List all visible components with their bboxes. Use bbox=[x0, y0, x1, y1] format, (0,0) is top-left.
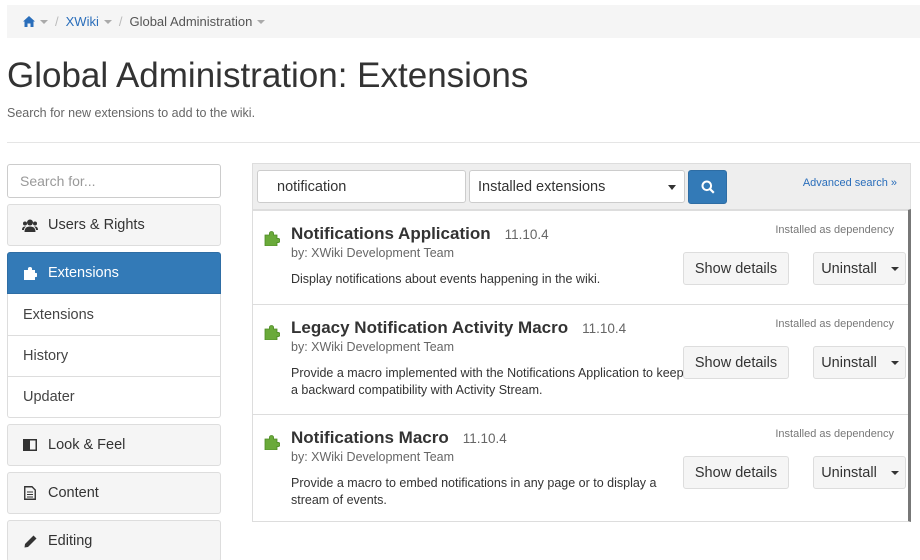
advanced-search-link[interactable]: Advanced search » bbox=[803, 177, 897, 189]
columns-icon bbox=[22, 437, 38, 453]
extension-item: Notifications Macro 11.10.4 by: XWiki Dev… bbox=[253, 414, 908, 521]
extension-author: by: XWiki Development Team bbox=[291, 450, 455, 464]
puzzle-icon bbox=[264, 231, 280, 246]
search-icon bbox=[701, 180, 715, 194]
extension-name[interactable]: Legacy Notification Activity Macro 11.10.… bbox=[291, 318, 626, 338]
breadcrumb-separator: / bbox=[55, 14, 59, 29]
breadcrumb: / XWiki / Global Administration bbox=[7, 5, 920, 38]
sidebar-section-label: Content bbox=[48, 485, 99, 501]
uninstall-button[interactable]: Uninstall bbox=[813, 346, 885, 379]
extension-filter-value: Installed extensions bbox=[478, 178, 606, 195]
sidebar-search-input[interactable] bbox=[7, 164, 221, 198]
chevron-down-icon bbox=[890, 266, 899, 271]
extension-title[interactable]: Legacy Notification Activity Macro bbox=[291, 318, 568, 337]
sidebar-section-content[interactable]: Content bbox=[7, 472, 221, 514]
breadcrumb-current: Global Administration bbox=[129, 14, 253, 29]
extension-item: Notifications Application 11.10.4 by: XWi… bbox=[253, 210, 908, 304]
extension-status: Installed as dependency bbox=[775, 224, 894, 236]
extension-description: Display notifications about events happe… bbox=[291, 272, 601, 286]
uninstall-button[interactable]: Uninstall bbox=[813, 252, 885, 285]
extension-item: Legacy Notification Activity Macro 11.10.… bbox=[253, 304, 908, 414]
sidebar-section-label: Extensions bbox=[48, 265, 119, 281]
sidebar-subnav: Extensions History Updater bbox=[7, 294, 221, 418]
extension-author: by: XWiki Development Team bbox=[291, 340, 455, 354]
page-subtitle: Search for new extensions to add to the … bbox=[7, 106, 256, 120]
extension-version: 11.10.4 bbox=[582, 321, 627, 336]
pencil-icon bbox=[22, 533, 38, 549]
uninstall-dropdown-toggle[interactable] bbox=[884, 346, 906, 379]
sidebar-section-editing[interactable]: Editing bbox=[7, 520, 221, 560]
sidebar-section-extensions[interactable]: Extensions bbox=[7, 252, 221, 294]
breadcrumb-link[interactable]: XWiki bbox=[66, 14, 99, 29]
search-button[interactable] bbox=[688, 170, 727, 204]
chevron-down-icon[interactable] bbox=[103, 20, 112, 24]
extension-description: Provide a macro to embed notifications i… bbox=[291, 476, 657, 507]
extension-status: Installed as dependency bbox=[775, 318, 894, 330]
chevron-down-icon bbox=[890, 360, 899, 365]
uninstall-dropdown-toggle[interactable] bbox=[884, 252, 906, 285]
puzzle-icon bbox=[264, 325, 280, 340]
header-divider bbox=[7, 142, 920, 143]
chevron-down-icon[interactable] bbox=[40, 20, 48, 24]
puzzle-icon bbox=[22, 265, 38, 281]
sidebar-item-updater[interactable]: Updater bbox=[8, 376, 220, 417]
breadcrumb-separator: / bbox=[118, 14, 123, 29]
extension-name[interactable]: Notifications Macro 11.10.4 bbox=[291, 428, 507, 448]
admin-sidebar: Users & Rights Extensions Extensions His… bbox=[7, 164, 221, 560]
uninstall-button[interactable]: Uninstall bbox=[813, 456, 885, 489]
show-details-button[interactable]: Show details bbox=[683, 252, 789, 285]
sidebar-section-look-feel[interactable]: Look & Feel bbox=[7, 424, 221, 466]
extension-list: Notifications Application 11.10.4 by: XWi… bbox=[252, 209, 911, 522]
document-icon bbox=[22, 485, 38, 501]
extension-version: 11.10.4 bbox=[462, 431, 507, 446]
extension-name[interactable]: Notifications Application 11.10.4 bbox=[291, 224, 549, 244]
home-icon bbox=[23, 16, 35, 27]
sidebar-item-history[interactable]: History bbox=[8, 335, 220, 376]
sidebar-section-users-rights[interactable]: Users & Rights bbox=[7, 204, 221, 246]
breadcrumb-item-xwiki[interactable]: XWiki bbox=[66, 14, 112, 29]
extension-author: by: XWiki Development Team bbox=[291, 246, 455, 260]
breadcrumb-home[interactable] bbox=[23, 16, 48, 27]
extension-description: Provide a macro implemented with the Not… bbox=[291, 366, 684, 397]
extensions-panel: Installed extensions Advanced search » N… bbox=[252, 163, 911, 522]
extension-search-input[interactable] bbox=[257, 170, 466, 203]
sidebar-item-extensions[interactable]: Extensions bbox=[8, 294, 220, 335]
page-title: Global Administration: Extensions bbox=[7, 56, 529, 95]
extension-version: 11.10.4 bbox=[504, 227, 549, 242]
show-details-button[interactable]: Show details bbox=[683, 456, 789, 489]
breadcrumb-item-global-administration[interactable]: Global Administration bbox=[129, 14, 266, 29]
puzzle-icon bbox=[264, 435, 280, 450]
extension-status: Installed as dependency bbox=[775, 428, 894, 440]
extension-title[interactable]: Notifications Application bbox=[291, 224, 491, 243]
sidebar-section-label: Editing bbox=[48, 533, 93, 549]
chevron-down-icon bbox=[668, 185, 676, 190]
chevron-down-icon bbox=[890, 470, 899, 475]
sidebar-section-label: Users & Rights bbox=[48, 217, 145, 233]
show-details-button[interactable]: Show details bbox=[683, 346, 789, 379]
sidebar-section-label: Look & Feel bbox=[48, 437, 126, 453]
users-icon bbox=[22, 217, 38, 233]
uninstall-dropdown-toggle[interactable] bbox=[884, 456, 906, 489]
extension-title[interactable]: Notifications Macro bbox=[291, 428, 449, 447]
chevron-down-icon[interactable] bbox=[257, 20, 266, 24]
extension-filter-select[interactable]: Installed extensions bbox=[469, 170, 685, 203]
extension-search-bar: Installed extensions Advanced search » bbox=[252, 163, 911, 209]
